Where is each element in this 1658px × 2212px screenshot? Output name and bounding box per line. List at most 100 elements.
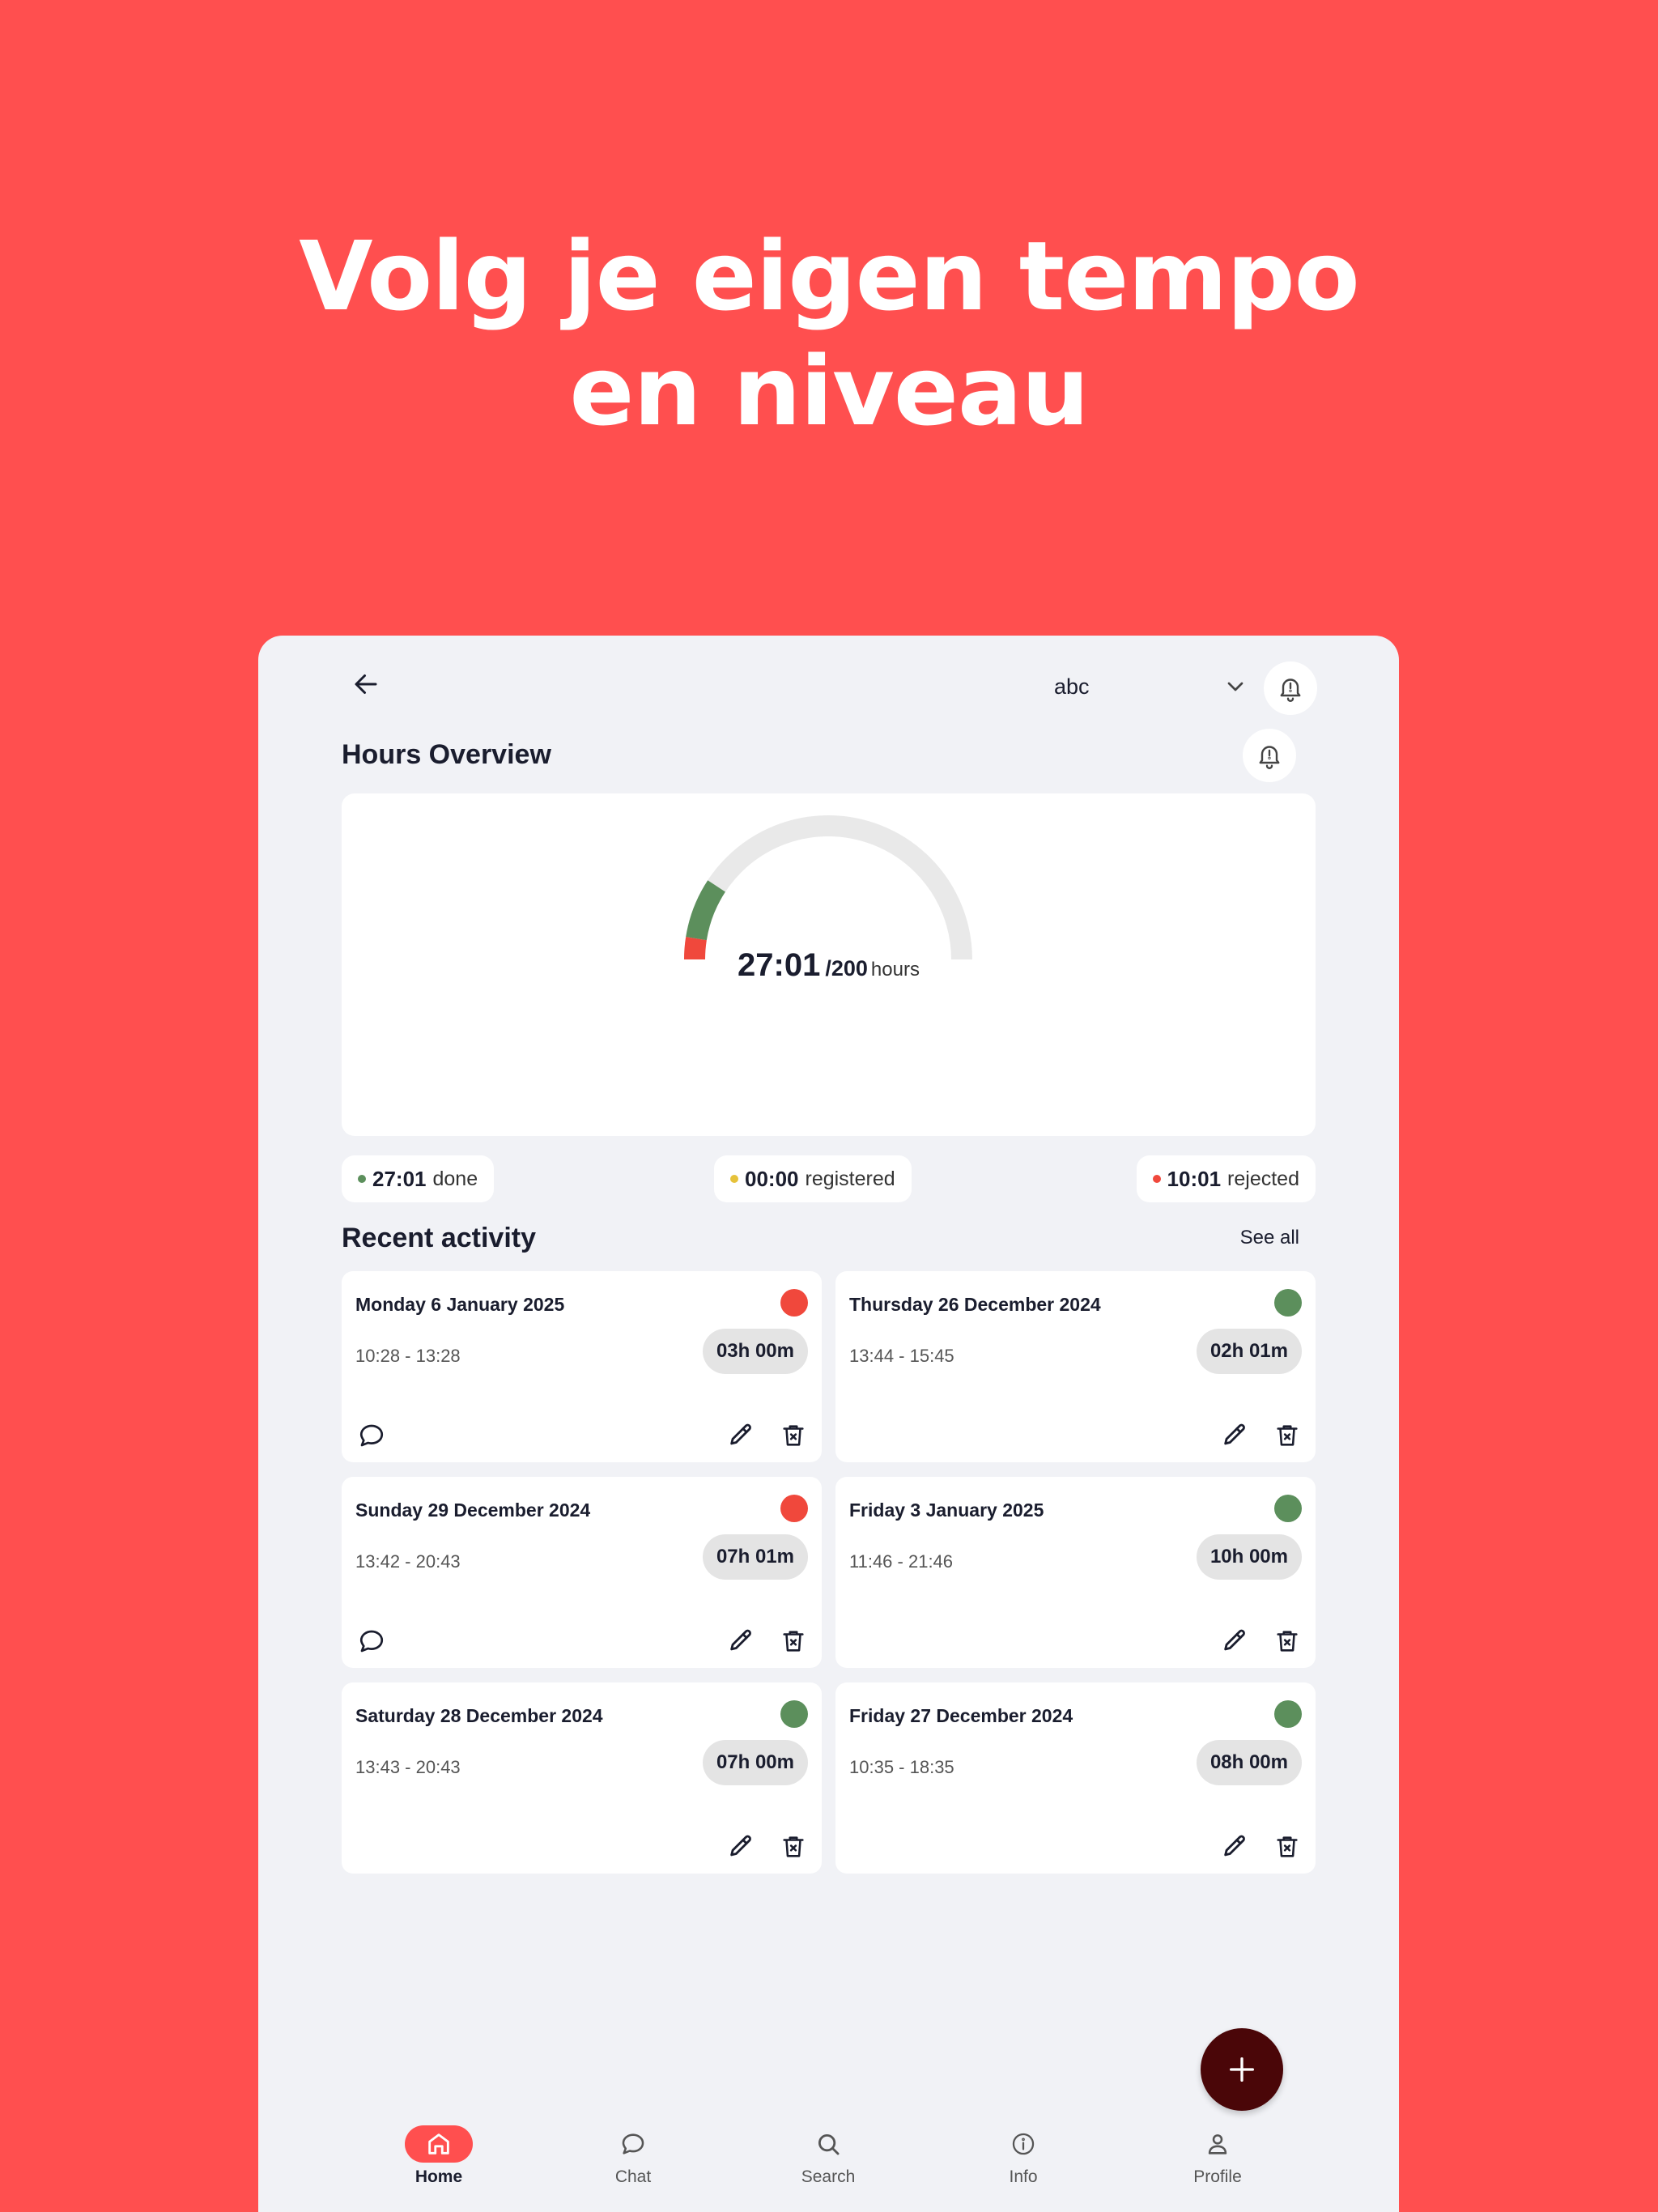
nav-item-search-label: Search (801, 2167, 856, 2186)
bell-icon (1259, 746, 1280, 769)
stat-rejected: 10:01 rejected (1136, 1155, 1316, 1202)
activity-card[interactable]: Friday 27 December 2024 10:35 - 18:35 08… (835, 1682, 1316, 1874)
activity-date: Saturday 28 December 2024 (355, 1705, 603, 1726)
delete-button[interactable] (777, 1625, 810, 1657)
pencil-icon (730, 1423, 751, 1445)
nav-item-info-indicator (989, 2125, 1057, 2163)
stat-rejected-dot (1152, 1175, 1161, 1183)
nav-item-chat-label: Chat (614, 2167, 652, 2186)
stat-registered-label: registered (805, 1167, 895, 1190)
delete-button[interactable] (777, 1419, 810, 1452)
nav-item-chat-indicator (599, 2125, 667, 2163)
nav-item-profile-indicator (1184, 2125, 1252, 2163)
trash-icon (1277, 1836, 1298, 1857)
notifications-button[interactable] (1264, 661, 1317, 715)
gauge-done-value: 27:01 (738, 947, 821, 983)
add-entry-button[interactable] (1201, 2028, 1283, 2111)
pencil-icon (1224, 1629, 1245, 1651)
edit-button[interactable] (1218, 1419, 1251, 1452)
organization-select[interactable]: abc (1054, 666, 1248, 707)
plus-icon (1230, 2057, 1254, 2082)
activity-card[interactable]: Saturday 28 December 2024 13:43 - 20:43 … (342, 1682, 822, 1874)
activity-duration: 07h 01m (702, 1534, 808, 1580)
nav-item-home-indicator (405, 2125, 473, 2163)
back-arrow-icon (355, 674, 377, 694)
status-indicator (1274, 1289, 1302, 1317)
hours-gauge-card: 27:01/200 hours (342, 793, 1316, 1136)
nav-item-chat[interactable]: Chat (568, 2125, 698, 2187)
status-indicator (780, 1700, 808, 1728)
delete-button[interactable] (1271, 1625, 1303, 1657)
edit-button[interactable] (1218, 1831, 1251, 1863)
activity-time-range: 13:42 - 20:43 (355, 1551, 461, 1572)
activity-date: Thursday 26 December 2024 (849, 1294, 1101, 1315)
info-icon (1012, 2133, 1035, 2155)
status-indicator (780, 1289, 808, 1317)
chat-icon (622, 2133, 644, 2155)
trash-icon (783, 1836, 804, 1857)
edit-button[interactable] (725, 1419, 757, 1452)
activity-duration: 03h 00m (702, 1329, 808, 1374)
activity-time-range: 10:35 - 18:35 (849, 1757, 954, 1777)
hours-alert-button[interactable] (1243, 729, 1296, 782)
pencil-icon (730, 1629, 751, 1651)
stat-registered: 00:00 registered (714, 1155, 912, 1202)
profile-icon (1208, 2134, 1227, 2155)
trash-icon (783, 1425, 804, 1446)
home-icon (428, 2133, 449, 2155)
activity-date: Friday 3 January 2025 (849, 1499, 1044, 1521)
activity-time-range: 13:43 - 20:43 (355, 1757, 461, 1777)
nav-item-info-label: Info (1009, 2167, 1038, 2186)
activity-card[interactable]: Thursday 26 December 2024 13:44 - 15:45 … (835, 1271, 1316, 1462)
search-icon (818, 2133, 840, 2155)
edit-button[interactable] (1218, 1625, 1251, 1657)
nav-item-search-indicator (794, 2125, 862, 2163)
gauge-unit: hours (870, 959, 920, 981)
gauge-total-value: /200 (825, 956, 868, 981)
delete-button[interactable] (1271, 1419, 1303, 1452)
stat-rejected-value: 10:01 (1167, 1166, 1222, 1191)
trash-icon (783, 1631, 804, 1652)
activity-date: Sunday 29 December 2024 (355, 1499, 591, 1521)
see-all-link[interactable]: See all (1240, 1227, 1299, 1249)
nav-item-home-label: Home (414, 2167, 463, 2186)
edit-button[interactable] (725, 1625, 757, 1657)
edit-button[interactable] (725, 1831, 757, 1863)
comment-icon (359, 1630, 384, 1653)
gauge-track (684, 815, 972, 960)
nav-item-profile-label: Profile (1193, 2167, 1242, 2186)
pencil-icon (1224, 1423, 1245, 1445)
promo-headline: Volg je eigen tempo en niveau (0, 219, 1658, 449)
stat-registered-dot (730, 1175, 738, 1183)
stat-done-dot (358, 1175, 366, 1183)
organization-select-value: abc (1054, 674, 1090, 699)
activity-card[interactable]: Monday 6 January 2025 10:28 - 13:28 03h … (342, 1271, 822, 1462)
activity-time-range: 10:28 - 13:28 (355, 1346, 461, 1366)
activity-time-range: 11:46 - 21:46 (849, 1551, 954, 1572)
activity-date: Monday 6 January 2025 (355, 1294, 565, 1315)
back-button[interactable] (342, 660, 390, 708)
nav-item-profile[interactable]: Profile (1153, 2125, 1282, 2187)
gauge-done-arc (686, 880, 726, 941)
stat-done-value: 27:01 (372, 1166, 427, 1191)
delete-button[interactable] (777, 1831, 810, 1863)
status-indicator (780, 1495, 808, 1522)
activity-card[interactable]: Friday 3 January 2025 11:46 - 21:46 10h … (835, 1477, 1316, 1668)
activity-card[interactable]: Sunday 29 December 2024 13:42 - 20:43 07… (342, 1477, 822, 1668)
activity-duration: 10h 00m (1196, 1534, 1302, 1580)
stat-done-label: done (432, 1167, 478, 1190)
gauge-label: 27:01/200 hours (342, 947, 1316, 984)
comment-button[interactable] (355, 1419, 388, 1452)
comment-button[interactable] (355, 1625, 388, 1657)
status-indicator (1274, 1700, 1302, 1728)
nav-item-search[interactable]: Search (763, 2125, 893, 2187)
promo-headline-line-1: Volg je eigen tempo (299, 220, 1359, 332)
nav-item-info[interactable]: Info (959, 2125, 1088, 2187)
status-indicator (1274, 1495, 1302, 1522)
chevron-down-icon (1227, 682, 1244, 691)
trash-icon (1277, 1425, 1298, 1446)
activity-date: Friday 27 December 2024 (849, 1705, 1073, 1726)
bell-icon (1280, 678, 1301, 702)
delete-button[interactable] (1271, 1831, 1303, 1863)
nav-item-home[interactable]: Home (374, 2125, 504, 2187)
